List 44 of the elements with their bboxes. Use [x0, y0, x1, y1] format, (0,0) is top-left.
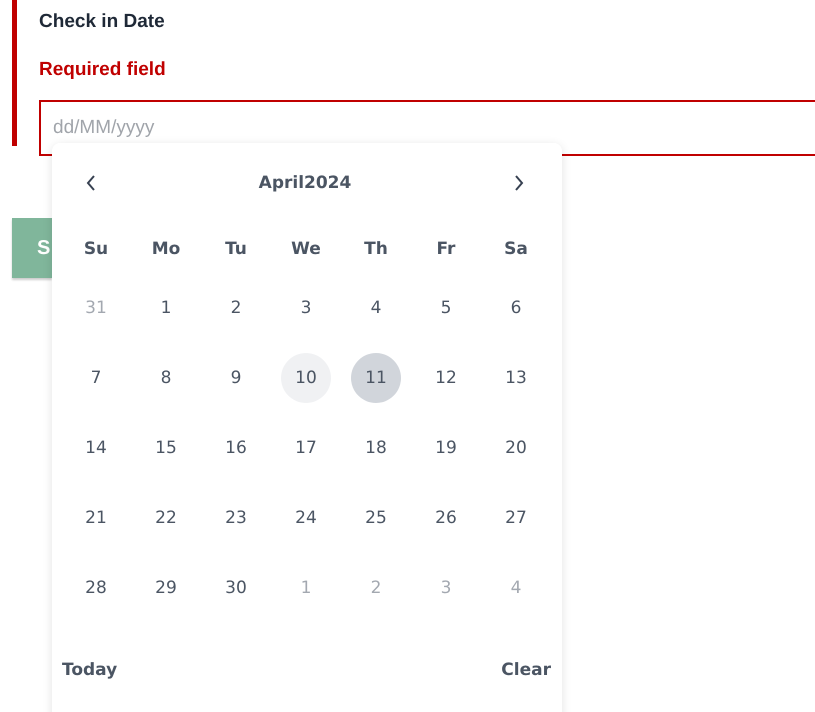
- weekday-label: We: [291, 239, 321, 259]
- day-button[interactable]: 7: [71, 353, 121, 403]
- day-button[interactable]: 21: [71, 493, 121, 543]
- weekday-label: Th: [364, 239, 388, 259]
- today-button[interactable]: Today: [62, 658, 118, 682]
- day-button[interactable]: 18: [351, 423, 401, 473]
- day-button[interactable]: 20: [491, 423, 541, 473]
- day-button[interactable]: 8: [141, 353, 191, 403]
- chevron-left-icon: [85, 174, 97, 192]
- day-button[interactable]: 1: [141, 283, 191, 333]
- day-button[interactable]: 13: [491, 353, 541, 403]
- day-button[interactable]: 4: [351, 283, 401, 333]
- day-button[interactable]: 6: [491, 283, 541, 333]
- weekday-label: Sa: [504, 239, 528, 259]
- day-button[interactable]: 26: [421, 493, 471, 543]
- day-button[interactable]: 12: [421, 353, 471, 403]
- day-button[interactable]: 17: [281, 423, 331, 473]
- day-button[interactable]: 9: [211, 353, 261, 403]
- day-button[interactable]: 19: [421, 423, 471, 473]
- clear-button[interactable]: Clear: [501, 658, 551, 682]
- day-button[interactable]: 10: [281, 353, 331, 403]
- chevron-right-icon: [513, 174, 525, 192]
- month-title: April2024: [258, 173, 352, 193]
- day-button[interactable]: 23: [211, 493, 261, 543]
- day-button[interactable]: 27: [491, 493, 541, 543]
- weekday-label: Tu: [225, 239, 247, 259]
- day-button[interactable]: 5: [421, 283, 471, 333]
- day-button[interactable]: 28: [71, 563, 121, 613]
- day-button[interactable]: 30: [211, 563, 261, 613]
- weekday-label: Fr: [436, 239, 456, 259]
- day-button[interactable]: 3: [281, 283, 331, 333]
- day-button[interactable]: 16: [211, 423, 261, 473]
- day-button[interactable]: 29: [141, 563, 191, 613]
- error-message: Required field: [39, 58, 166, 82]
- day-button[interactable]: 15: [141, 423, 191, 473]
- day-button[interactable]: 25: [351, 493, 401, 543]
- day-button[interactable]: 22: [141, 493, 191, 543]
- field-label: Check in Date: [39, 10, 165, 34]
- day-button[interactable]: 14: [71, 423, 121, 473]
- weekday-label: Su: [84, 239, 108, 259]
- weekday-label: Mo: [152, 239, 180, 259]
- day-button[interactable]: 2: [211, 283, 261, 333]
- day-button[interactable]: 24: [281, 493, 331, 543]
- day-button[interactable]: 11: [351, 353, 401, 403]
